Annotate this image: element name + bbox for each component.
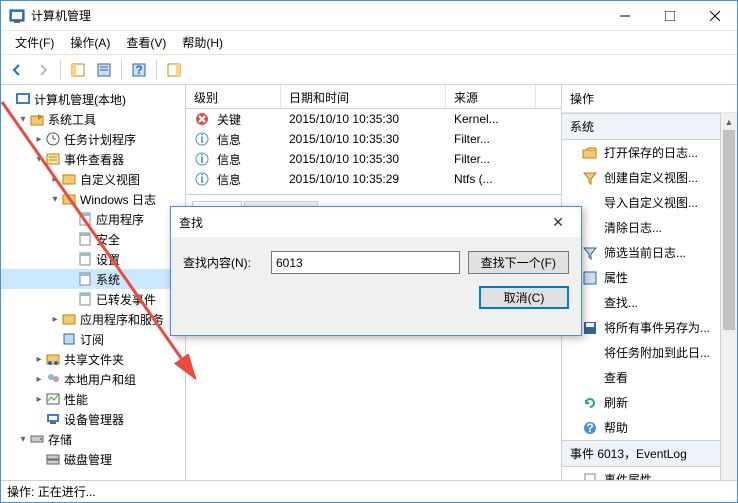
app-icon: [9, 8, 25, 24]
col-level[interactable]: 级别: [186, 85, 281, 108]
properties-button[interactable]: [92, 58, 116, 82]
svg-text:?: ?: [135, 63, 142, 77]
event-list: 关键 2015/10/10 10:35:30 Kernel... i信息 201…: [186, 109, 561, 194]
col-datetime[interactable]: 日期和时间: [281, 85, 446, 108]
cancel-button[interactable]: 取消(C): [479, 286, 569, 309]
find-icon: [582, 295, 598, 311]
task-icon: [582, 345, 598, 361]
tree-performance[interactable]: ▸性能: [1, 389, 185, 409]
show-hide-tree-button[interactable]: [66, 58, 90, 82]
dialog-close-button[interactable]: ✕: [543, 214, 573, 231]
action-attach-task[interactable]: 将任务附加到此日...: [562, 340, 737, 365]
list-header: 级别 日期和时间 来源: [186, 85, 561, 109]
tree-storage[interactable]: ▾存储: [1, 429, 185, 449]
tree-security-log[interactable]: 安全: [1, 229, 185, 249]
tree-system-log[interactable]: 系统: [1, 269, 185, 289]
save-icon: [582, 320, 598, 336]
tree-subscriptions[interactable]: 订阅: [1, 329, 185, 349]
find-next-button[interactable]: 查找下一个(F): [468, 251, 569, 274]
menubar: 文件(F) 操作(A) 查看(V) 帮助(H): [1, 31, 737, 55]
action-open-saved-log[interactable]: 打开保存的日志...: [562, 140, 737, 165]
action-filter-current[interactable]: 筛选当前日志...: [562, 240, 737, 265]
tree-system-tools[interactable]: ▾系统工具: [1, 109, 185, 129]
actions-scrollbar[interactable]: ▲▼: [720, 113, 737, 480]
action-import-custom-view[interactable]: 导入自定义视图...: [562, 190, 737, 215]
tree-device-manager[interactable]: 设备管理器: [1, 409, 185, 429]
info-icon: i: [194, 131, 210, 147]
tree-panel: 计算机管理(本地) ▾系统工具 ▸任务计划程序 ▾事件查看器 ▸自定义视图 ▾W…: [1, 85, 186, 480]
svg-text:i: i: [200, 152, 203, 166]
tree-application-log[interactable]: 应用程序: [1, 209, 185, 229]
tree-disk-management[interactable]: 磁盘管理: [1, 449, 185, 469]
list-row[interactable]: 关键 2015/10/10 10:35:30 Kernel...: [186, 109, 561, 129]
svg-text:i: i: [200, 172, 203, 186]
status-label: 操作:: [7, 483, 34, 500]
menu-help[interactable]: 帮助(H): [174, 31, 231, 54]
status-value: 正在进行...: [38, 483, 96, 500]
statusbar: 操作: 正在进行...: [1, 480, 737, 502]
maximize-button[interactable]: [647, 1, 692, 30]
dialog-title: 查找: [179, 214, 543, 231]
tree-shared-folders[interactable]: ▸共享文件夹: [1, 349, 185, 369]
tree-local-users[interactable]: ▸本地用户和组: [1, 369, 185, 389]
action-properties[interactable]: 属性: [562, 265, 737, 290]
critical-icon: [194, 111, 210, 127]
find-dialog: 查找 ✕ 查找内容(N): 查找下一个(F) 取消(C): [170, 206, 582, 336]
actions-panel: 操作 系统▴ 打开保存的日志... 创建自定义视图... 导入自定义视图... …: [562, 85, 737, 480]
action-save-all[interactable]: 将所有事件另存为...: [562, 315, 737, 340]
menu-file[interactable]: 文件(F): [7, 31, 62, 54]
tree-task-scheduler[interactable]: ▸任务计划程序: [1, 129, 185, 149]
tree-setup-log[interactable]: 设置: [1, 249, 185, 269]
tree-app-services-logs[interactable]: ▸应用程序和服务: [1, 309, 185, 329]
actions-group-event: 事件 6013，EventLog▴: [562, 440, 737, 467]
event-props-icon: [582, 472, 598, 481]
actions-group-system: 系统▴: [562, 113, 737, 140]
folder-open-icon: [582, 145, 598, 161]
list-row[interactable]: i信息 2015/10/10 10:35:30 Filter...: [186, 149, 561, 169]
import-icon: [582, 195, 598, 211]
action-pane-button[interactable]: [162, 58, 186, 82]
actions-header: 操作: [562, 85, 737, 113]
menu-view[interactable]: 查看(V): [118, 31, 174, 54]
action-create-custom-view[interactable]: 创建自定义视图...: [562, 165, 737, 190]
action-view[interactable]: 查看▸: [562, 365, 737, 390]
forward-button[interactable]: [31, 58, 55, 82]
back-button[interactable]: [5, 58, 29, 82]
clear-icon: [582, 220, 598, 236]
tree-custom-views[interactable]: ▸自定义视图: [1, 169, 185, 189]
svg-text:?: ?: [586, 421, 593, 435]
info-icon: i: [194, 171, 210, 187]
action-clear-log[interactable]: 清除日志...: [562, 215, 737, 240]
minimize-button[interactable]: [602, 1, 647, 30]
action-find[interactable]: 查找...: [562, 290, 737, 315]
find-label: 查找内容(N):: [183, 254, 263, 271]
action-help[interactable]: ?帮助▸: [562, 415, 737, 440]
toolbar: ?: [1, 55, 737, 85]
refresh-icon: [582, 395, 598, 411]
tree-windows-logs[interactable]: ▾Windows 日志: [1, 189, 185, 209]
action-refresh[interactable]: 刷新: [562, 390, 737, 415]
window-title: 计算机管理: [31, 7, 602, 24]
action-event-properties[interactable]: 事件属性: [562, 467, 737, 480]
properties-icon: [582, 270, 598, 286]
col-source[interactable]: 来源: [446, 85, 536, 108]
filter-icon: [582, 170, 598, 186]
help-icon: ?: [582, 420, 598, 436]
tree-root[interactable]: 计算机管理(本地): [1, 89, 185, 109]
help-button[interactable]: ?: [127, 58, 151, 82]
menu-action[interactable]: 操作(A): [62, 31, 118, 54]
tree-event-viewer[interactable]: ▾事件查看器: [1, 149, 185, 169]
svg-text:i: i: [200, 132, 203, 146]
find-input[interactable]: [271, 251, 460, 274]
tree-forwarded-events[interactable]: 已转发事件: [1, 289, 185, 309]
info-icon: i: [194, 151, 210, 167]
filter-current-icon: [582, 245, 598, 261]
list-row[interactable]: i信息 2015/10/10 10:35:30 Filter...: [186, 129, 561, 149]
list-row[interactable]: i信息 2015/10/10 10:35:29 Ntfs (...: [186, 169, 561, 189]
close-button[interactable]: [692, 1, 737, 30]
